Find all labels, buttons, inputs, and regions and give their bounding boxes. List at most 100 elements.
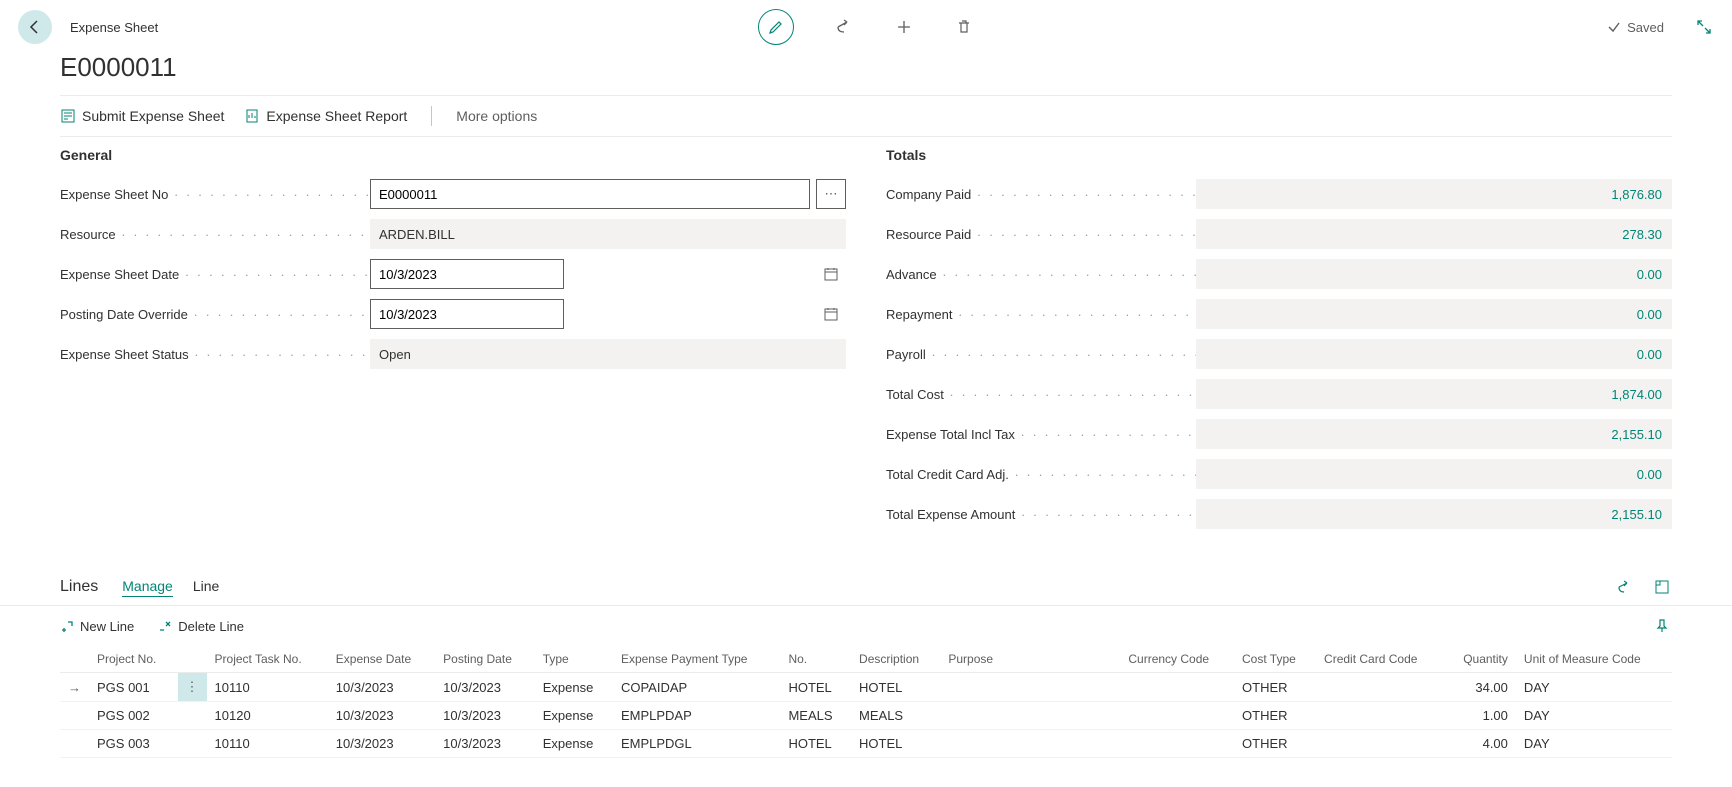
share-button[interactable] bbox=[834, 17, 854, 37]
totals-field: Payroll bbox=[886, 339, 1672, 369]
cell-cost-type[interactable]: OTHER bbox=[1234, 673, 1316, 702]
page-title: E0000011 bbox=[0, 50, 1732, 95]
col-no[interactable]: No. bbox=[780, 646, 851, 673]
tab-line[interactable]: Line bbox=[193, 578, 219, 596]
cell-description[interactable]: HOTEL bbox=[851, 730, 940, 758]
posting-date-override-input[interactable] bbox=[370, 299, 564, 329]
col-uom[interactable]: Unit of Measure Code bbox=[1516, 646, 1672, 673]
totals-label: Repayment bbox=[886, 307, 1196, 322]
cell-purpose[interactable] bbox=[940, 673, 1120, 702]
cell-type[interactable]: Expense bbox=[535, 702, 613, 730]
totals-label: Company Paid bbox=[886, 187, 1196, 202]
expense-sheet-report-button[interactable]: Expense Sheet Report bbox=[244, 108, 407, 124]
cell-project-task[interactable]: 10110 bbox=[207, 673, 328, 702]
col-description[interactable]: Description bbox=[851, 646, 940, 673]
cell-posting-date[interactable]: 10/3/2023 bbox=[435, 702, 535, 730]
lines-header: Lines Manage Line bbox=[0, 569, 1732, 606]
totals-field: Total Credit Card Adj. bbox=[886, 459, 1672, 489]
table-row[interactable]: PGS 002 10120 10/3/2023 10/3/2023 Expens… bbox=[60, 702, 1672, 730]
col-type[interactable]: Type bbox=[535, 646, 613, 673]
cell-expense-date[interactable]: 10/3/2023 bbox=[328, 673, 435, 702]
cell-purpose[interactable] bbox=[940, 702, 1120, 730]
expense-sheet-date-input[interactable] bbox=[370, 259, 564, 289]
cell-project-task[interactable]: 10110 bbox=[207, 730, 328, 758]
cell-cc-code[interactable] bbox=[1316, 730, 1445, 758]
more-options-button[interactable]: More options bbox=[456, 108, 537, 124]
cell-uom[interactable]: DAY bbox=[1516, 730, 1672, 758]
col-cc-code[interactable]: Credit Card Code bbox=[1316, 646, 1445, 673]
new-line-button[interactable]: New Line bbox=[60, 619, 134, 634]
cell-no[interactable]: MEALS bbox=[780, 702, 851, 730]
action-bar: Submit Expense Sheet Expense Sheet Repor… bbox=[0, 96, 1732, 136]
cell-currency[interactable] bbox=[1120, 730, 1234, 758]
cell-purpose[interactable] bbox=[940, 730, 1120, 758]
cell-currency[interactable] bbox=[1120, 702, 1234, 730]
cell-uom[interactable]: DAY bbox=[1516, 673, 1672, 702]
col-quantity[interactable]: Quantity bbox=[1445, 646, 1516, 673]
cell-description[interactable]: HOTEL bbox=[851, 673, 940, 702]
col-currency[interactable]: Currency Code bbox=[1120, 646, 1234, 673]
cell-project-task[interactable]: 10120 bbox=[207, 702, 328, 730]
cell-currency[interactable] bbox=[1120, 673, 1234, 702]
cell-project-no[interactable]: PGS 003 bbox=[89, 730, 178, 758]
cell-uom[interactable]: DAY bbox=[1516, 702, 1672, 730]
col-expense-date[interactable]: Expense Date bbox=[328, 646, 435, 673]
cell-posting-date[interactable]: 10/3/2023 bbox=[435, 673, 535, 702]
lookup-button[interactable]: ⋯ bbox=[816, 179, 846, 209]
cell-cost-type[interactable]: OTHER bbox=[1234, 730, 1316, 758]
field-posting-date-override: Posting Date Override bbox=[60, 299, 846, 329]
delete-line-button[interactable]: Delete Line bbox=[158, 619, 244, 634]
cell-payment-type[interactable]: EMPLPDAP bbox=[613, 702, 780, 730]
cell-posting-date[interactable]: 10/3/2023 bbox=[435, 730, 535, 758]
cell-cc-code[interactable] bbox=[1316, 673, 1445, 702]
lines-share-button[interactable] bbox=[1614, 577, 1634, 597]
cell-quantity[interactable]: 34.00 bbox=[1445, 673, 1516, 702]
cell-payment-type[interactable]: EMPLPDGL bbox=[613, 730, 780, 758]
cell-project-no[interactable]: PGS 001 bbox=[89, 673, 178, 702]
col-cost-type[interactable]: Cost Type bbox=[1234, 646, 1316, 673]
calendar-icon bbox=[824, 307, 838, 321]
lines-settings-button[interactable] bbox=[1652, 616, 1672, 636]
cell-quantity[interactable]: 4.00 bbox=[1445, 730, 1516, 758]
totals-value bbox=[1196, 499, 1672, 529]
delete-button[interactable] bbox=[954, 17, 974, 37]
cell-quantity[interactable]: 1.00 bbox=[1445, 702, 1516, 730]
cell-expense-date[interactable]: 10/3/2023 bbox=[328, 730, 435, 758]
totals-field: Advance bbox=[886, 259, 1672, 289]
new-line-icon bbox=[60, 619, 74, 633]
edit-button[interactable] bbox=[758, 9, 794, 45]
cell-no[interactable]: HOTEL bbox=[780, 673, 851, 702]
label-expense-sheet-no: Expense Sheet No bbox=[60, 187, 370, 202]
totals-value bbox=[1196, 299, 1672, 329]
row-indicator bbox=[60, 702, 89, 730]
table-row[interactable]: → PGS 001 ⋮ 10110 10/3/2023 10/3/2023 Ex… bbox=[60, 673, 1672, 702]
lines-expand-button[interactable] bbox=[1652, 577, 1672, 597]
cell-no[interactable]: HOTEL bbox=[780, 730, 851, 758]
cell-cost-type[interactable]: OTHER bbox=[1234, 702, 1316, 730]
cell-payment-type[interactable]: COPAIDAP bbox=[613, 673, 780, 702]
col-purpose[interactable]: Purpose bbox=[940, 646, 1120, 673]
label-resource: Resource bbox=[60, 227, 370, 242]
col-posting-date[interactable]: Posting Date bbox=[435, 646, 535, 673]
cell-cc-code[interactable] bbox=[1316, 702, 1445, 730]
cell-description[interactable]: MEALS bbox=[851, 702, 940, 730]
tab-manage[interactable]: Manage bbox=[122, 578, 173, 597]
table-row[interactable]: PGS 003 10110 10/3/2023 10/3/2023 Expens… bbox=[60, 730, 1672, 758]
col-payment-type[interactable]: Expense Payment Type bbox=[613, 646, 780, 673]
cell-expense-date[interactable]: 10/3/2023 bbox=[328, 702, 435, 730]
cell-project-no[interactable]: PGS 002 bbox=[89, 702, 178, 730]
submit-expense-sheet-button[interactable]: Submit Expense Sheet bbox=[60, 108, 224, 124]
new-button[interactable] bbox=[894, 17, 914, 37]
back-button[interactable] bbox=[18, 10, 52, 44]
cell-type[interactable]: Expense bbox=[535, 673, 613, 702]
totals-value bbox=[1196, 379, 1672, 409]
expense-sheet-no-input[interactable] bbox=[370, 179, 810, 209]
cell-type[interactable]: Expense bbox=[535, 730, 613, 758]
col-project-task[interactable]: Project Task No. bbox=[207, 646, 328, 673]
expand-button[interactable] bbox=[1694, 17, 1714, 37]
col-project-no[interactable]: Project No. bbox=[89, 646, 178, 673]
submit-icon bbox=[60, 108, 76, 124]
row-menu-button[interactable]: ⋮ bbox=[178, 673, 207, 702]
general-title: General bbox=[60, 147, 846, 163]
delete-line-label: Delete Line bbox=[178, 619, 244, 634]
